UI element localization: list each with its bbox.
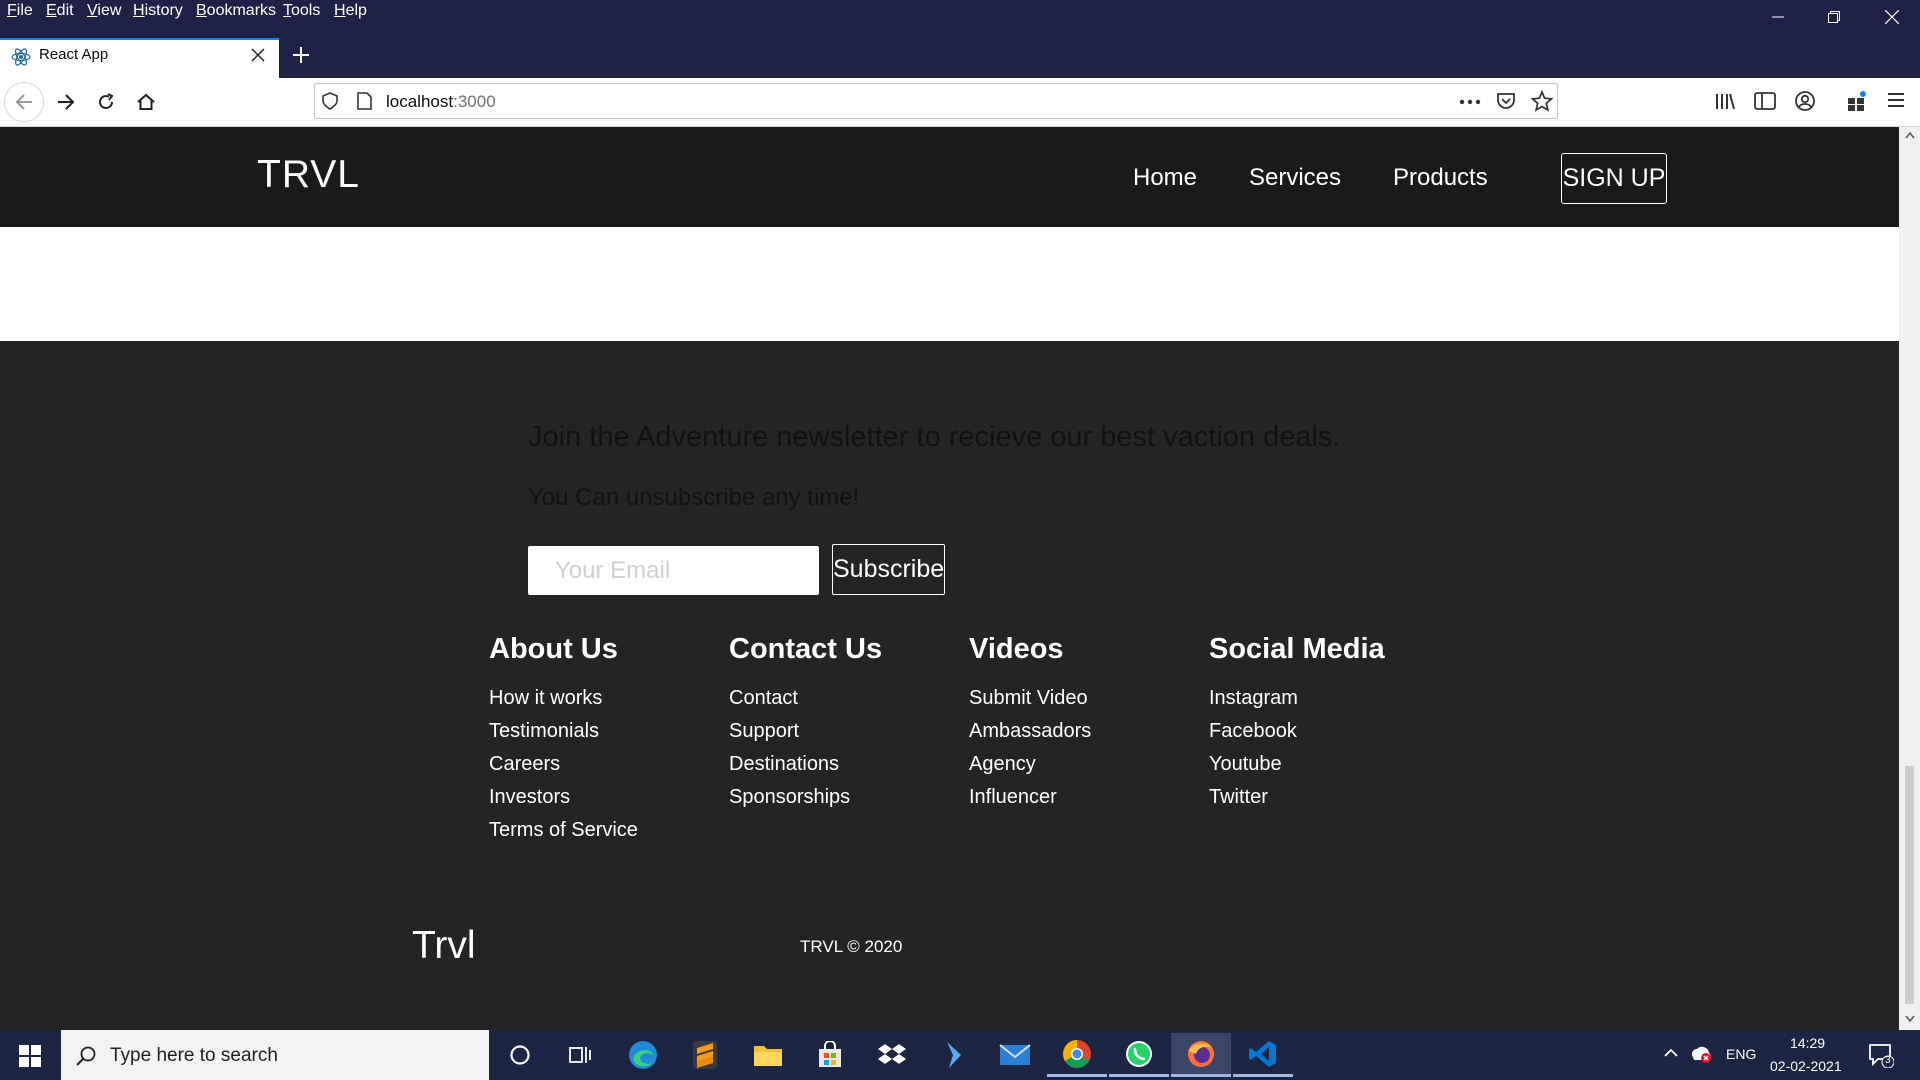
subscribe-button[interactable]: Subscribe xyxy=(832,544,945,595)
tab-title: React App xyxy=(39,46,109,63)
email-input[interactable] xyxy=(528,546,819,595)
home-button[interactable] xyxy=(126,82,166,122)
page-actions-icon[interactable] xyxy=(1459,99,1481,105)
url-host: localhost xyxy=(386,92,454,111)
clock-date[interactable]: 02-02-2021 xyxy=(1770,1058,1842,1074)
footer-logo[interactable]: Trvl xyxy=(412,924,476,968)
taskbar-search-placeholder: Type here to search xyxy=(110,1045,278,1066)
footer-title-about: About Us xyxy=(489,633,618,665)
dropbox-icon[interactable] xyxy=(862,1033,922,1077)
footer-link[interactable]: Contact xyxy=(729,687,798,710)
minimize-icon xyxy=(1772,16,1784,18)
url-bar[interactable] xyxy=(314,83,1558,119)
account-icon[interactable] xyxy=(1794,90,1816,112)
bookmark-star-icon[interactable] xyxy=(1531,90,1553,112)
menu-file[interactable]: File xyxy=(7,2,33,20)
copyright-text: TRVL © 2020 xyxy=(800,937,903,956)
sign-up-button[interactable]: SIGN UP xyxy=(1561,153,1667,204)
footer-title-videos: Videos xyxy=(969,633,1064,665)
chrome-icon[interactable] xyxy=(1047,1033,1107,1077)
scroll-down-icon[interactable] xyxy=(1905,1015,1915,1023)
menu-tools[interactable]: Tools xyxy=(283,2,320,20)
footer-link[interactable]: Testimonials xyxy=(489,720,599,743)
minimize-button[interactable] xyxy=(1750,0,1806,34)
sublime-text-icon[interactable] xyxy=(675,1033,735,1077)
close-icon xyxy=(1885,10,1899,24)
nav-link-home[interactable]: Home xyxy=(1133,164,1197,192)
footer-link[interactable]: Instagram xyxy=(1209,687,1298,710)
new-tab-icon[interactable] xyxy=(291,45,311,65)
clock-time[interactable]: 14:29 xyxy=(1790,1035,1825,1051)
footer-link[interactable]: Investors xyxy=(489,786,570,809)
url-text[interactable]: localhost:3000 xyxy=(386,92,496,112)
footer-link[interactable]: Submit Video xyxy=(969,687,1088,710)
forward-arrow-icon xyxy=(58,94,75,110)
footer-link[interactable]: Support xyxy=(729,720,799,743)
menu-view[interactable]: View xyxy=(87,2,121,20)
footer-link[interactable]: Careers xyxy=(489,753,560,776)
site-logo[interactable]: TRVL xyxy=(257,153,360,197)
page-info-icon[interactable] xyxy=(357,92,372,110)
task-view-icon[interactable] xyxy=(550,1033,610,1077)
pocket-icon[interactable] xyxy=(1496,91,1516,111)
footer-link[interactable]: Influencer xyxy=(969,786,1057,809)
react-logo-icon xyxy=(11,47,31,67)
footer-link[interactable]: Youtube xyxy=(1209,753,1282,776)
search-icon xyxy=(75,1045,97,1067)
extensions-icon[interactable] xyxy=(1846,90,1868,112)
scroll-up-icon[interactable] xyxy=(1905,131,1915,139)
powershell-icon[interactable] xyxy=(923,1033,983,1077)
scrollbar-thumb[interactable] xyxy=(1905,766,1914,1004)
newsletter-subtext: You Can unsubscribe any time! xyxy=(528,484,860,511)
nav-link-services[interactable]: Services xyxy=(1249,164,1341,192)
home-icon xyxy=(137,93,155,110)
cortana-icon[interactable] xyxy=(490,1033,550,1077)
page-viewport: TRVL Home Services Products SIGN UP Join… xyxy=(0,127,1899,1030)
reload-icon xyxy=(99,93,114,109)
edge-browser-icon[interactable] xyxy=(613,1033,673,1077)
menu-history[interactable]: History xyxy=(133,2,183,20)
footer-link[interactable]: Ambassadors xyxy=(969,720,1091,743)
sidebar-icon[interactable] xyxy=(1754,91,1776,111)
file-explorer-icon[interactable] xyxy=(738,1033,798,1077)
microsoft-store-icon[interactable] xyxy=(800,1033,860,1077)
footer-title-social: Social Media xyxy=(1209,633,1385,665)
menu-bookmarks[interactable]: Bookmarks xyxy=(196,2,276,20)
tray-chevron-icon[interactable] xyxy=(1663,1047,1679,1059)
footer-link[interactable]: Sponsorships xyxy=(729,786,850,809)
footer-link[interactable]: Twitter xyxy=(1209,786,1268,809)
windows-start-icon[interactable] xyxy=(19,1045,41,1067)
menu-edit[interactable]: Edit xyxy=(46,2,74,20)
language-indicator[interactable]: ENG xyxy=(1726,1046,1756,1062)
nav-link-products[interactable]: Products xyxy=(1393,164,1488,192)
hamburger-menu-icon[interactable] xyxy=(1887,92,1905,108)
firefox-icon[interactable] xyxy=(1171,1033,1231,1077)
back-arrow-icon xyxy=(15,94,32,110)
menu-help[interactable]: Help xyxy=(334,2,367,20)
newsletter-heading: Join the Adventure newsletter to recieve… xyxy=(528,421,1341,453)
shield-icon[interactable] xyxy=(322,92,338,110)
onedrive-error-icon[interactable] xyxy=(1689,1043,1713,1063)
library-icon[interactable] xyxy=(1714,91,1736,111)
notification-count: 3 xyxy=(1885,1055,1891,1066)
reload-button[interactable] xyxy=(86,82,126,122)
hero-section xyxy=(0,227,1899,341)
forward-button[interactable] xyxy=(46,82,86,122)
vscode-icon[interactable] xyxy=(1233,1033,1293,1077)
footer-link[interactable]: Terms of Service xyxy=(489,819,638,842)
close-tab-icon[interactable] xyxy=(251,48,265,62)
back-button[interactable] xyxy=(4,82,44,122)
footer-link[interactable]: Destinations xyxy=(729,753,839,776)
whatsapp-icon[interactable] xyxy=(1109,1033,1169,1077)
restore-button[interactable] xyxy=(1806,0,1862,34)
url-port: :3000 xyxy=(453,92,496,111)
footer-link[interactable]: How it works xyxy=(489,687,602,710)
footer-link[interactable]: Facebook xyxy=(1209,720,1297,743)
close-window-button[interactable] xyxy=(1864,0,1920,34)
footer-title-contact: Contact Us xyxy=(729,633,883,665)
tab-strip xyxy=(0,38,1920,78)
mail-icon[interactable] xyxy=(985,1033,1045,1077)
restore-icon xyxy=(1828,11,1840,23)
footer-link[interactable]: Agency xyxy=(969,753,1036,776)
